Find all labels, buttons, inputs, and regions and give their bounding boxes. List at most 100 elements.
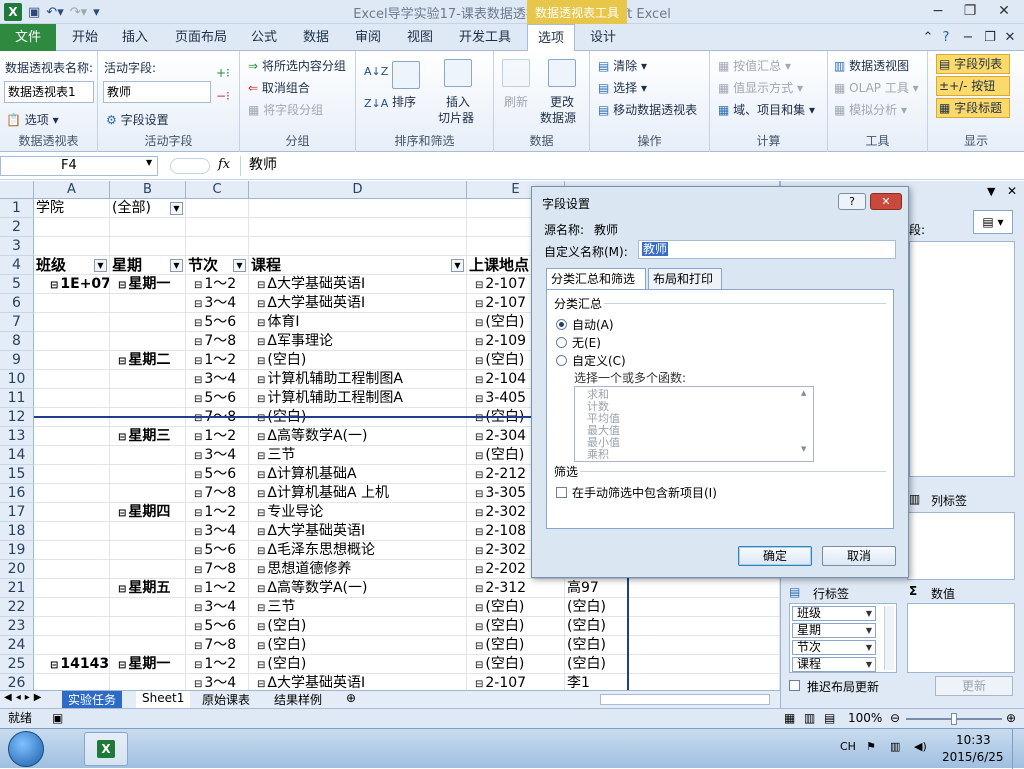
cell-f[interactable]: 高97: [565, 579, 628, 598]
functions-scroll-icon[interactable]: ▲ ▼: [801, 389, 811, 459]
cancel-button[interactable]: 取消: [822, 546, 896, 566]
collapse-icon[interactable]: ⊟: [194, 565, 202, 576]
functions-listbox[interactable]: 求和 计数 平均值 最大值 最小值 乘积 ▲ ▼: [574, 386, 814, 462]
zoom-out-icon[interactable]: ⊖: [890, 709, 900, 728]
clear-button[interactable]: ▤ 清除 ▾: [598, 57, 647, 74]
row-header[interactable]: 2: [0, 218, 34, 237]
cell-a[interactable]: ⊟141433: [34, 655, 110, 674]
cell-d[interactable]: ⊟ (空白): [249, 351, 467, 370]
sort-asc-icon[interactable]: A↓Z: [364, 65, 388, 78]
sheet-tab-sample[interactable]: 结果样例: [268, 691, 328, 708]
cell-d[interactable]: ⊟ (空白): [249, 617, 467, 636]
row-header[interactable]: 19: [0, 541, 34, 560]
collapse-icon[interactable]: ⊟: [194, 622, 202, 633]
column-header-b[interactable]: B: [110, 181, 186, 199]
cell-c[interactable]: ⊟ 1～2: [186, 579, 249, 598]
row-header[interactable]: 6: [0, 294, 34, 313]
values-box[interactable]: [907, 603, 1015, 673]
pivot-chart-button[interactable]: ▥ 数据透视图: [834, 57, 909, 74]
cell-d[interactable]: 课程 ▼: [249, 256, 467, 275]
cell-c[interactable]: ⊟ 7～8: [186, 636, 249, 655]
collapse-icon[interactable]: ⊟: [257, 375, 265, 386]
cell-a[interactable]: [34, 598, 110, 617]
subtotal-custom-radio[interactable]: [556, 355, 567, 366]
function-sum[interactable]: 求和: [587, 389, 813, 401]
insert-slicer-line2[interactable]: 切片器: [438, 109, 474, 126]
collapse-icon[interactable]: ⊟: [475, 489, 483, 500]
cell-e[interactable]: ⊟ (空白): [467, 655, 565, 674]
tab-page-layout[interactable]: 页面布局: [168, 24, 234, 51]
cell-a[interactable]: [34, 636, 110, 655]
cell-b[interactable]: ⊟ 星期二: [110, 351, 186, 370]
cell-c[interactable]: ⊟ 3～4: [186, 598, 249, 617]
page-filter-dropdown-icon[interactable]: ▼: [170, 202, 183, 215]
collapse-icon[interactable]: ⊟: [475, 546, 483, 557]
collapse-icon[interactable]: ⊟: [257, 356, 265, 367]
name-box[interactable]: F4: [0, 156, 158, 176]
subtotal-none-radio[interactable]: [556, 337, 567, 348]
cell-g[interactable]: [628, 636, 780, 655]
collapse-icon[interactable]: ⊟: [257, 318, 265, 329]
tab-design[interactable]: 设计: [580, 24, 626, 51]
sum-by-button[interactable]: ▦ 按值汇总 ▾: [718, 57, 791, 74]
cell-b[interactable]: ⊟ 星期一: [110, 275, 186, 294]
normal-view-icon[interactable]: ▦: [784, 709, 795, 728]
defer-update-checkbox[interactable]: [789, 680, 800, 691]
insert-slicer-line1[interactable]: 插入: [446, 93, 470, 110]
collapse-icon[interactable]: ⊟: [194, 641, 202, 652]
plus-minus-toggle[interactable]: ±+/- 按钮: [936, 76, 1010, 96]
cell-c[interactable]: ⊟ 3～4: [186, 522, 249, 541]
collapse-icon[interactable]: ⊟: [475, 432, 483, 443]
cell-a[interactable]: [34, 294, 110, 313]
row-header[interactable]: 24: [0, 636, 34, 655]
collapse-icon[interactable]: ⊟: [475, 508, 483, 519]
tab-layout-print[interactable]: 布局和打印: [648, 268, 722, 290]
collapse-icon[interactable]: ⊟: [475, 356, 483, 367]
function-count[interactable]: 计数: [587, 401, 813, 413]
collapse-icon[interactable]: ⊟: [257, 337, 265, 348]
filter-dropdown-icon[interactable]: ▼: [233, 259, 246, 272]
cell-e[interactable]: ⊟ 2-312: [467, 579, 565, 598]
row-header[interactable]: 11: [0, 389, 34, 408]
cell-c[interactable]: ⊟ 1～2: [186, 427, 249, 446]
cell-b[interactable]: [110, 674, 186, 690]
formula-resize-handle[interactable]: [170, 158, 210, 174]
cell-d[interactable]: ⊟ Δ计算机基础A 上机: [249, 484, 467, 503]
group-selection-button[interactable]: ⇒ 将所选内容分组: [248, 57, 346, 74]
row-labels-scrollbar[interactable]: [884, 606, 894, 670]
cell-c[interactable]: ⊟ 3～4: [186, 674, 249, 690]
collapse-icon[interactable]: ⊟: [475, 280, 483, 291]
collapse-icon[interactable]: ⊟: [257, 622, 265, 633]
collapse-icon[interactable]: ⊟: [257, 565, 265, 576]
cell-b[interactable]: [110, 541, 186, 560]
cell-d[interactable]: ⊟ Δ大学基础英语Ⅰ: [249, 674, 467, 690]
start-button[interactable]: [8, 731, 44, 767]
subtotal-auto-radio[interactable]: [556, 319, 567, 330]
cell-d[interactable]: ⊟ Δ大学基础英语Ⅰ: [249, 275, 467, 294]
collapse-icon[interactable]: ⊟: [257, 679, 265, 690]
cell-b[interactable]: ⊟ 星期一: [110, 655, 186, 674]
row-header[interactable]: 10: [0, 370, 34, 389]
collapse-icon[interactable]: ⊟: [257, 413, 265, 424]
tab-insert[interactable]: 插入: [112, 24, 158, 51]
cell-e[interactable]: ⊟ (空白): [467, 617, 565, 636]
active-field-input[interactable]: 教师: [103, 81, 211, 103]
cell-b[interactable]: [110, 617, 186, 636]
cell-f[interactable]: (空白): [565, 636, 628, 655]
ime-indicator[interactable]: CH: [840, 740, 856, 753]
help-icon[interactable]: ?: [936, 24, 956, 51]
row-header[interactable]: 4: [0, 256, 34, 275]
row-field-period-dropdown-icon[interactable]: ▼: [866, 641, 872, 654]
update-button[interactable]: 更新: [935, 676, 1013, 696]
cell-c[interactable]: [186, 218, 249, 237]
cell-a[interactable]: [34, 560, 110, 579]
cell-a[interactable]: [34, 427, 110, 446]
collapse-icon[interactable]: ⊟: [118, 660, 126, 671]
row-header[interactable]: 17: [0, 503, 34, 522]
cell-d[interactable]: ⊟ Δ高等数学A(一): [249, 427, 467, 446]
collapse-icon[interactable]: ⊟: [194, 318, 202, 329]
collapse-field-icon[interactable]: −⁝: [216, 89, 230, 103]
collapse-icon[interactable]: ⊟: [475, 413, 483, 424]
cell-b[interactable]: (全部) ▼: [110, 199, 186, 218]
include-new-items-checkbox[interactable]: [556, 487, 567, 498]
